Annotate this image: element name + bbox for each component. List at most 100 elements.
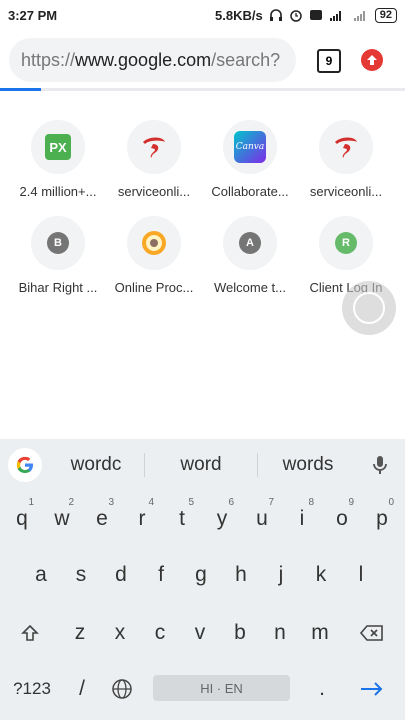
battery-level: 92: [374, 7, 397, 23]
url-input[interactable]: https://www.google.com/search?: [9, 38, 296, 82]
page-load-progress: [0, 88, 405, 91]
key-k[interactable]: k: [301, 547, 341, 603]
enter-key[interactable]: [350, 661, 394, 717]
tile-icon-frame: A: [223, 216, 277, 270]
tab-switcher-button[interactable]: 9: [317, 49, 341, 73]
url-host: www.google.com: [75, 49, 212, 70]
site-tile-6[interactable]: Online Proc...: [106, 216, 202, 295]
tile-label: Bihar Right ...: [18, 280, 98, 295]
key-s[interactable]: s: [61, 547, 101, 603]
key-label: t: [179, 507, 185, 530]
px-icon: PX: [45, 134, 71, 160]
letter-r-icon: R: [335, 232, 357, 254]
google-icon[interactable]: [8, 448, 42, 482]
update-icon[interactable]: [361, 49, 383, 71]
key-hint: 5: [188, 497, 194, 508]
key-r[interactable]: r4: [122, 491, 162, 547]
browser-toolbar: https://www.google.com/search? 9: [0, 30, 405, 90]
arrow-right-icon: [361, 682, 383, 696]
key-z[interactable]: z: [60, 605, 100, 661]
key-f[interactable]: f: [141, 547, 181, 603]
shift-key[interactable]: [4, 605, 56, 661]
service-icon: [143, 137, 165, 158]
key-g[interactable]: g: [181, 547, 221, 603]
tile-icon-frame: Canva: [223, 120, 277, 174]
backspace-key[interactable]: [346, 605, 398, 661]
mic-icon[interactable]: [368, 453, 392, 477]
suggestion-1[interactable]: wordc: [48, 439, 144, 491]
suggestion-strip: wordc word words: [0, 439, 405, 491]
key-label: r: [138, 507, 146, 530]
site-tile-2[interactable]: serviceonli...: [106, 120, 202, 199]
status-time: 3:27 PM: [8, 7, 58, 23]
key-n[interactable]: n: [260, 605, 300, 661]
key-u[interactable]: u7: [242, 491, 282, 547]
key-d[interactable]: d: [101, 547, 141, 603]
key-b[interactable]: b: [220, 605, 260, 661]
site-tile-3[interactable]: Canva Collaborate...: [202, 120, 298, 199]
key-o[interactable]: o9: [322, 491, 362, 547]
backspace-icon: [359, 625, 383, 641]
tile-label: Online Proc...: [114, 280, 194, 295]
suggestion-2[interactable]: word: [145, 439, 257, 491]
tile-label: serviceonli...: [309, 184, 383, 199]
url-prefix: https://: [21, 49, 76, 70]
key-p[interactable]: p0: [362, 491, 402, 547]
site-tile-1[interactable]: PX 2.4 million+...: [10, 120, 106, 199]
signal-4g-icon: [329, 11, 341, 21]
emblem-icon: [142, 231, 166, 255]
key-w[interactable]: w2: [42, 491, 82, 547]
key-hint: 9: [348, 497, 354, 508]
key-label: o: [336, 507, 348, 530]
shift-icon: [21, 624, 39, 641]
key-i[interactable]: i8: [282, 491, 322, 547]
status-icons: 5.8KB/s 92: [215, 7, 397, 23]
site-tile-5[interactable]: B Bihar Right ...: [10, 216, 106, 295]
key-t[interactable]: t5: [162, 491, 202, 547]
space-bar[interactable]: HI · EN: [153, 675, 290, 701]
globe-icon: [112, 679, 132, 699]
key-hint: 8: [308, 497, 314, 508]
assistive-touch-button[interactable]: [342, 281, 396, 335]
assistive-ring-icon: [353, 292, 385, 324]
tile-icon-frame: PX: [31, 120, 85, 174]
key-y[interactable]: y6: [202, 491, 242, 547]
key-a[interactable]: a: [21, 547, 61, 603]
key-j[interactable]: j: [261, 547, 301, 603]
key-label: q: [16, 507, 28, 530]
key-e[interactable]: e3: [82, 491, 122, 547]
symbols-key[interactable]: ?123: [4, 661, 60, 717]
tile-icon-frame: [127, 120, 181, 174]
key-label: y: [216, 507, 228, 530]
key-hint: 4: [148, 497, 154, 508]
key-c[interactable]: c: [140, 605, 180, 661]
volte-icon: [309, 10, 322, 20]
site-tile-7[interactable]: A Welcome t...: [202, 216, 298, 295]
tile-label: Welcome t...: [213, 280, 286, 295]
status-bar: 3:27 PM 5.8KB/s 92: [0, 0, 405, 30]
site-tile-4[interactable]: serviceonli...: [298, 120, 394, 199]
letter-b-icon: B: [47, 232, 69, 254]
period-key[interactable]: .: [302, 661, 342, 717]
key-label: w: [54, 507, 70, 530]
key-hint: 2: [68, 497, 74, 508]
tile-label: 2.4 million+...: [19, 184, 97, 199]
suggestion-3[interactable]: words: [258, 439, 358, 491]
alarm-icon: [290, 10, 302, 22]
key-hint: 3: [108, 497, 114, 508]
tile-label: Collaborate...: [211, 184, 289, 199]
slash-key[interactable]: /: [62, 661, 102, 717]
language-key[interactable]: [102, 661, 142, 717]
key-v[interactable]: v: [180, 605, 220, 661]
key-hint: 6: [228, 497, 234, 508]
key-m[interactable]: m: [300, 605, 340, 661]
key-h[interactable]: h: [221, 547, 261, 603]
key-hint: 1: [28, 497, 34, 508]
tile-icon-frame: B: [31, 216, 85, 270]
key-x[interactable]: x: [100, 605, 140, 661]
headphones-icon: [269, 9, 282, 21]
key-l[interactable]: l: [341, 547, 381, 603]
service-icon: [335, 137, 357, 158]
tile-label: serviceonli...: [117, 184, 191, 199]
key-q[interactable]: q1: [2, 491, 42, 547]
